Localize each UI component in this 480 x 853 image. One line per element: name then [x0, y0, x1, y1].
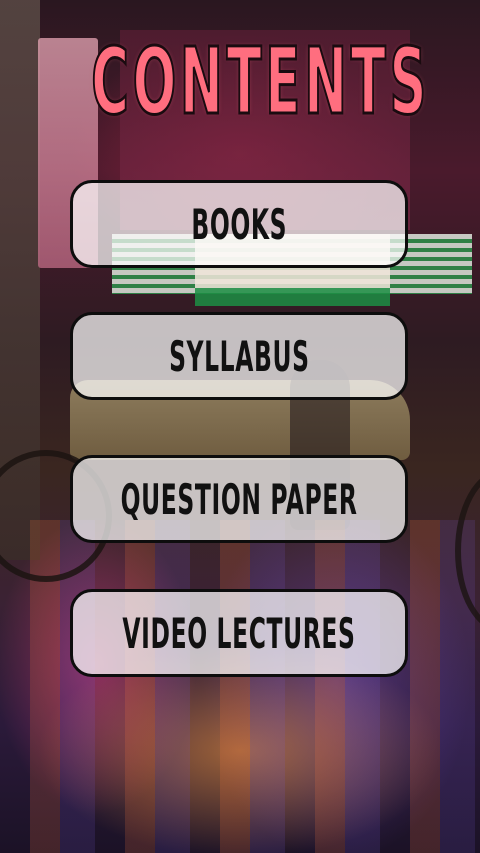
video-lectures-button[interactable]: VIDEO LECTURES	[70, 589, 408, 677]
books-button-label: BOOKS	[191, 199, 287, 249]
syllabus-button-label: SYLLABUS	[168, 331, 310, 381]
page-title: CONTENTS	[90, 28, 431, 135]
syllabus-button[interactable]: SYLLABUS	[70, 312, 408, 400]
video-lectures-button-label: VIDEO LECTURES	[122, 608, 356, 658]
books-button[interactable]: BOOKS	[70, 180, 408, 268]
question-paper-button[interactable]: QUESTION PAPER	[70, 455, 408, 543]
question-paper-button-label: QUESTION PAPER	[120, 474, 358, 524]
